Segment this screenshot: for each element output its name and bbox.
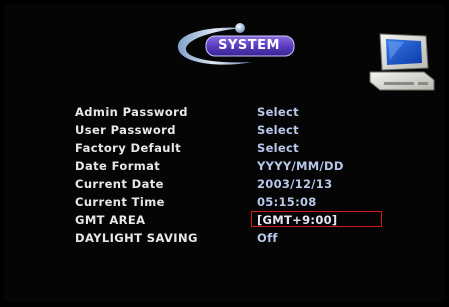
setting-label: User Password bbox=[75, 123, 176, 137]
setting-value[interactable]: YYYY/MM/DD bbox=[257, 157, 344, 175]
setting-value[interactable]: 2003/12/13 bbox=[257, 175, 332, 193]
setting-row-current-time[interactable]: Current Time 05:15:08 bbox=[0, 193, 449, 211]
setting-value[interactable]: 05:15:08 bbox=[257, 193, 317, 211]
setting-label: Factory Default bbox=[75, 141, 182, 155]
setting-row-factory-default[interactable]: Factory Default Select bbox=[0, 139, 449, 157]
setting-row-gmt-area[interactable]: GMT AREA [GMT+9:00] bbox=[0, 211, 449, 229]
setting-label: Date Format bbox=[75, 159, 161, 173]
setting-label: GMT AREA bbox=[75, 213, 146, 227]
setting-value[interactable]: Off bbox=[257, 229, 278, 247]
computer-monitor-icon bbox=[369, 33, 435, 91]
setting-row-date-format[interactable]: Date Format YYYY/MM/DD bbox=[0, 157, 449, 175]
system-logo-title: SYSTEM bbox=[218, 38, 280, 53]
setting-label: Current Time bbox=[75, 195, 165, 209]
setting-value[interactable]: Select bbox=[257, 139, 299, 157]
setting-value[interactable]: Select bbox=[257, 103, 299, 121]
setup-screen: SYSTEM Admin Password Select User Passwo… bbox=[0, 0, 449, 307]
setting-label: Current Date bbox=[75, 177, 164, 191]
setting-row-user-password[interactable]: User Password Select bbox=[0, 121, 449, 139]
setting-value[interactable]: Select bbox=[257, 121, 299, 139]
setting-label: DAYLIGHT SAVING bbox=[75, 231, 198, 245]
setting-value[interactable]: [GMT+9:00] bbox=[257, 211, 337, 229]
setting-label: Admin Password bbox=[75, 105, 188, 119]
setting-row-admin-password[interactable]: Admin Password Select bbox=[0, 103, 449, 121]
setting-row-current-date[interactable]: Current Date 2003/12/13 bbox=[0, 175, 449, 193]
setting-row-daylight-saving[interactable]: DAYLIGHT SAVING Off bbox=[0, 229, 449, 247]
